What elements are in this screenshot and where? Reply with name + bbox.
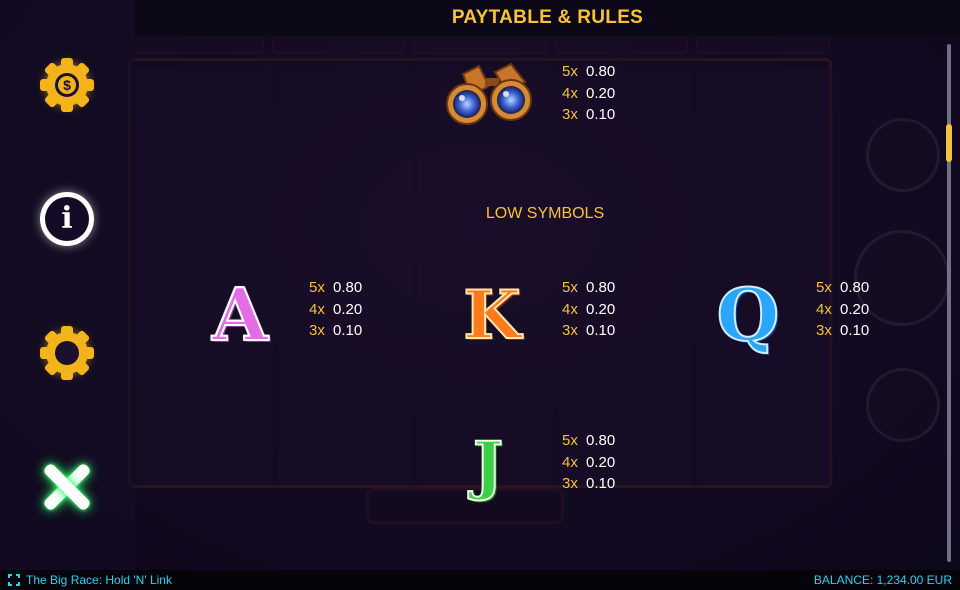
pay-multiplier: 3x [562,322,578,339]
pay-row: 3x 0.10 [562,473,615,495]
pay-value: 0.80 [333,279,363,296]
pay-row: 4x 0.20 [309,299,362,321]
symbol-a: A [211,271,269,358]
symbol-q: Q [716,271,781,358]
pay-multiplier: 3x [309,322,325,339]
pay-row: 4x 0.20 [562,83,615,105]
symbol-j-paytable: 5x 0.80 4x 0.20 3x 0.10 [562,430,615,495]
footer-bar: The Big Race: Hold 'N' Link BALANCE: 1,2… [0,570,960,590]
info-button[interactable]: i [38,190,96,248]
pay-value: 0.80 [586,63,616,80]
scrollbar-thumb[interactable] [946,124,952,162]
scrollbar-track[interactable] [947,44,951,562]
pay-multiplier: 4x [562,84,578,102]
pay-multiplier: 5x [562,279,578,296]
pay-value: 0.10 [586,475,616,492]
pay-value: 0.80 [586,432,616,449]
pay-multiplier: 5x [816,279,832,296]
pay-multiplier: 4x [562,300,578,318]
pay-value: 0.10 [586,106,616,123]
symbol-q-paytable: 5x 0.80 4x 0.20 3x 0.10 [816,277,869,342]
pay-multiplier: 3x [816,322,832,339]
pay-row: 3x 0.10 [816,320,869,342]
pay-row: 5x 0.80 [309,277,362,299]
settings-gear-icon [40,326,94,380]
pay-multiplier: 3x [562,106,578,123]
paytable-button[interactable]: $ [38,56,96,114]
pay-row: 4x 0.20 [816,299,869,321]
pay-value: 0.20 [333,300,363,318]
pay-row: 3x 0.10 [562,320,615,342]
pay-value: 0.80 [586,279,616,296]
pay-row: 5x 0.80 [562,61,615,83]
pay-multiplier: 4x [816,300,832,318]
pay-multiplier: 4x [309,300,325,318]
binoculars-icon [446,62,532,125]
pay-row: 3x 0.10 [562,104,615,126]
pay-row: 5x 0.80 [816,277,869,299]
pay-row: 5x 0.80 [562,277,615,299]
symbol-j: J [472,427,504,504]
pay-row: 4x 0.20 [562,452,615,474]
pay-value: 0.80 [840,279,870,296]
pay-value: 0.20 [586,453,616,471]
settings-button[interactable] [38,324,96,382]
pay-value: 0.20 [586,300,616,318]
close-button[interactable] [38,458,96,516]
binoculars-paytable: 5x 0.80 4x 0.20 3x 0.10 [562,61,615,126]
paytable-header: PAYTABLE & RULES [135,0,960,36]
low-symbols-title: LOW SYMBOLS [485,205,605,222]
symbol-k: K [462,275,521,355]
fullscreen-icon[interactable] [8,574,20,586]
symbol-a-paytable: 5x 0.80 4x 0.20 3x 0.10 [309,277,362,342]
pay-value: 0.10 [840,322,870,339]
pay-row: 5x 0.80 [562,430,615,452]
pay-value: 0.10 [586,322,616,339]
pay-row: 3x 0.10 [309,320,362,342]
game-name: The Big Race: Hold 'N' Link [26,573,172,587]
dollar-gear-icon: $ [40,58,94,112]
footer-balance: BALANCE: 1,234.00 EUR [813,573,952,587]
pay-value: 0.20 [840,300,870,318]
pay-multiplier: 3x [562,475,578,492]
close-icon [42,462,92,512]
pay-multiplier: 5x [309,279,325,296]
pay-multiplier: 5x [562,63,578,80]
pay-multiplier: 5x [562,432,578,449]
pay-value: 0.20 [586,84,616,102]
pay-multiplier: 4x [562,453,578,471]
page-title: PAYTABLE & RULES [451,7,644,28]
info-icon: i [40,192,94,246]
pay-value: 0.10 [333,322,363,339]
pay-row: 4x 0.20 [562,299,615,321]
symbol-k-paytable: 5x 0.80 4x 0.20 3x 0.10 [562,277,615,342]
